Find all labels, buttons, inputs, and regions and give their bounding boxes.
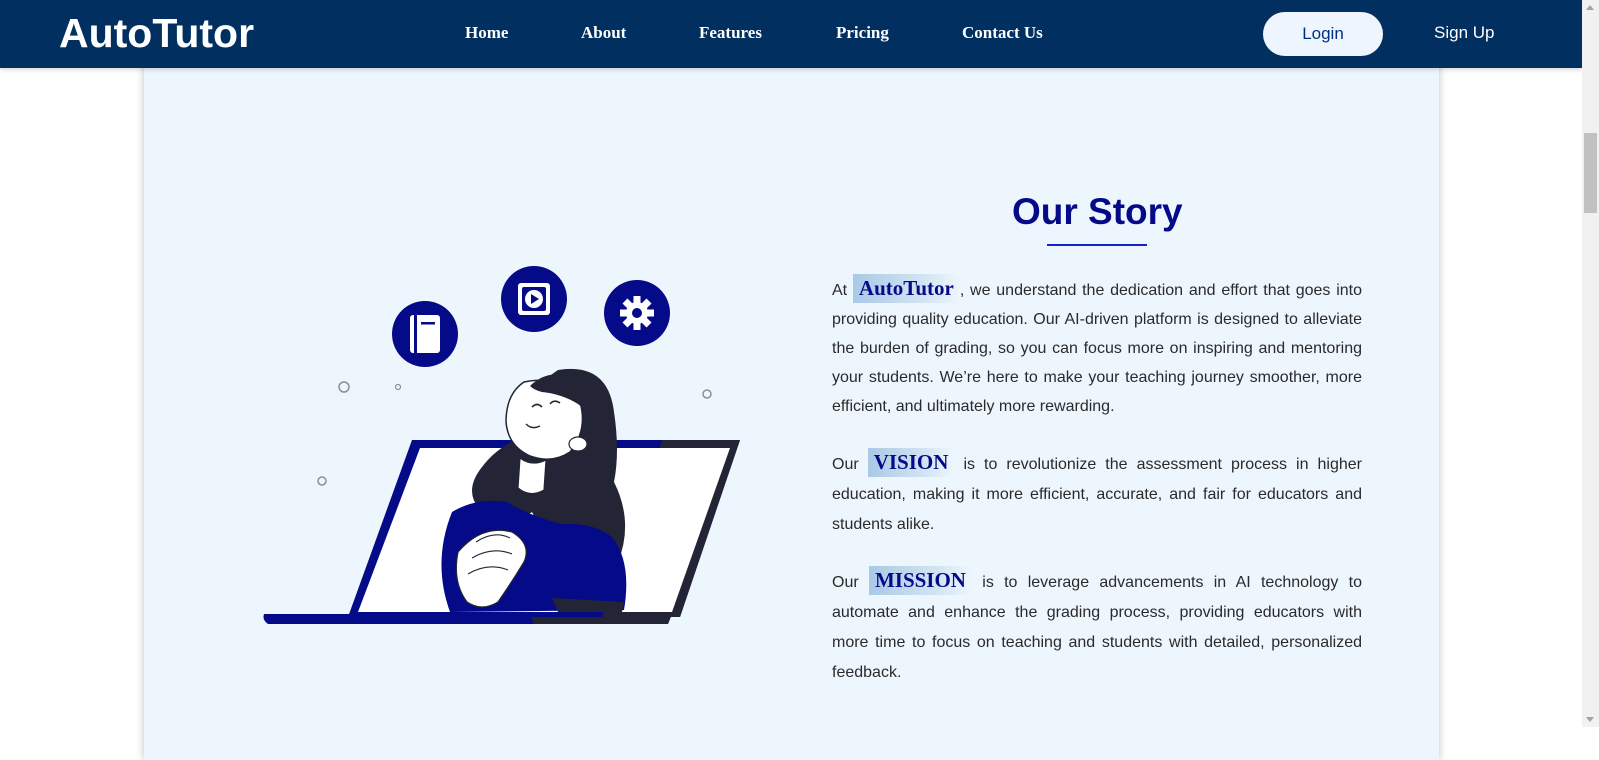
nav-link-contact-us[interactable]: Contact Us [962,22,1043,44]
brand-highlight: AutoTutor [852,274,960,303]
nav-link-about[interactable]: About [581,22,626,44]
scroll-up-arrow-icon[interactable] [1586,5,1594,10]
mission-prefix: Our [832,574,859,591]
story-paragraph-intro: At AutoTutor, we understand the dedicati… [832,274,1362,421]
mission-highlight: MISSION [868,566,972,595]
vision-prefix: Our [832,456,859,473]
nav-link-home[interactable]: Home [465,22,508,44]
nav-link-features[interactable]: Features [699,22,762,44]
decor-dot [338,381,350,393]
decor-dot [317,476,327,486]
scroll-thumb[interactable] [1584,133,1597,213]
brand-logo[interactable]: AutoTutor [59,10,254,56]
navbar: AutoTutor Home About Features Pricing Co… [0,0,1582,68]
teacher-laptop-illustration [263,266,740,624]
scroll-down-arrow-icon[interactable] [1586,717,1594,722]
story-paragraph-vision: Our VISION is to revolutionize the asses… [832,448,1362,540]
signup-button[interactable]: Sign Up [1434,22,1494,44]
page-scrollbar[interactable] [1582,0,1599,727]
page-title: Our Story [1012,191,1183,232]
story-paragraph-mission: Our MISSION is to leverage advancements … [832,566,1362,688]
title-underline [1047,244,1147,246]
gear-icon [604,280,670,346]
decor-dot [394,383,402,391]
login-button[interactable]: Login [1263,12,1383,56]
book-icon [392,301,458,367]
play-video-icon [501,266,567,332]
decor-dot [702,389,712,399]
vision-highlight: VISION [867,448,955,477]
intro-prefix: At [832,282,848,299]
nav-link-pricing[interactable]: Pricing [836,22,889,44]
